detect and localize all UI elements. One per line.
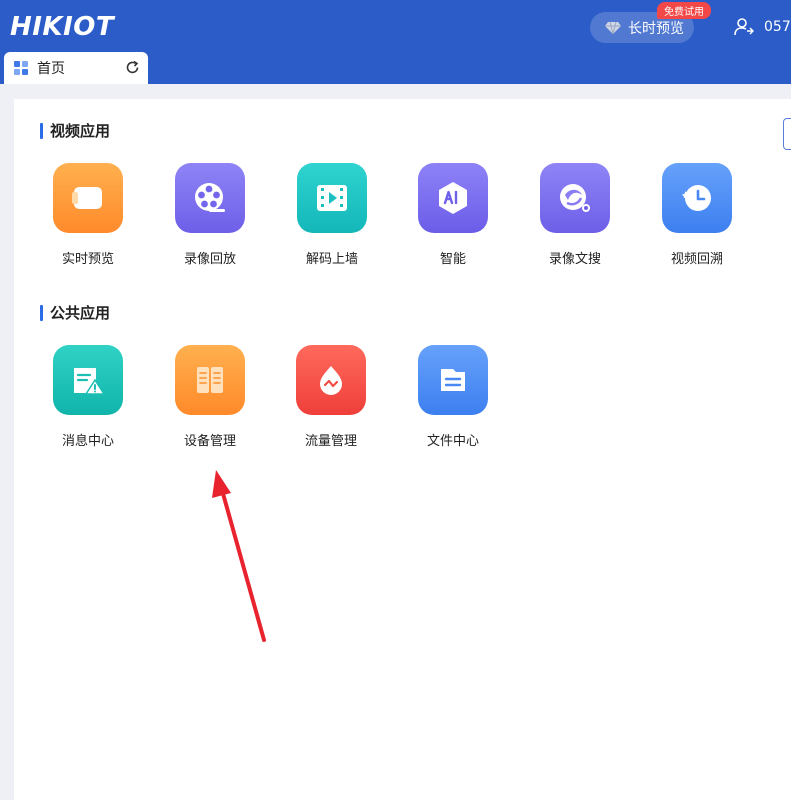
app-video-trace[interactable]: 视频回溯: [652, 163, 742, 267]
camera-icon: [53, 163, 123, 233]
app-label: 流量管理: [304, 434, 357, 449]
top-bar: HIKIOT 长时预览 免费试用 057 首页: [0, 0, 791, 84]
user-account-text: 057: [764, 19, 791, 35]
app-label: 视频回溯: [670, 252, 723, 267]
app-label: 实时预览: [61, 252, 114, 267]
history-icon: [662, 163, 732, 233]
search-record-icon: [540, 163, 610, 233]
app-file-center[interactable]: 文件中心: [408, 345, 498, 449]
app-label: 文件中心: [426, 434, 479, 449]
app-label: 设备管理: [183, 434, 236, 449]
app-label: 解码上墙: [305, 252, 358, 267]
app-live-preview[interactable]: 实时预览: [43, 163, 133, 267]
app-label: 消息中心: [61, 434, 114, 449]
free-trial-badge: 免费试用: [657, 2, 711, 19]
folder-icon: [418, 345, 488, 415]
diamond-icon: [605, 21, 621, 34]
user-menu[interactable]: 057: [734, 18, 791, 36]
tab-home[interactable]: 首页: [4, 52, 148, 84]
tab-home-label: 首页: [37, 61, 65, 77]
refresh-icon[interactable]: [125, 60, 140, 75]
message-alert-icon: [53, 345, 123, 415]
app-decode-wall[interactable]: 解码上墙: [287, 163, 377, 267]
edge-button[interactable]: [783, 118, 791, 150]
app-message-center[interactable]: 消息中心: [43, 345, 133, 449]
device-icon: [175, 345, 245, 415]
film-reel-icon: [175, 163, 245, 233]
user-switch-icon: [734, 18, 754, 36]
app-intelligence[interactable]: 智能: [408, 163, 498, 267]
section-title-video: 视频应用: [40, 122, 110, 140]
long-preview-label: 长时预览: [628, 20, 684, 37]
ai-icon: [418, 163, 488, 233]
section-title-public: 公共应用: [40, 304, 110, 322]
grid-icon: [14, 61, 28, 75]
app-traffic-management[interactable]: 流量管理: [286, 345, 376, 449]
traffic-icon: [296, 345, 366, 415]
app-label: 录像回放: [183, 252, 236, 267]
app-device-management[interactable]: 设备管理: [165, 345, 255, 449]
video-wall-icon: [297, 163, 367, 233]
app-label: 录像文搜: [548, 252, 601, 267]
app-record-search[interactable]: 录像文搜: [530, 163, 620, 267]
app-label: 智能: [439, 252, 466, 267]
app-logo: HIKIOT: [10, 12, 115, 42]
app-playback[interactable]: 录像回放: [165, 163, 255, 267]
